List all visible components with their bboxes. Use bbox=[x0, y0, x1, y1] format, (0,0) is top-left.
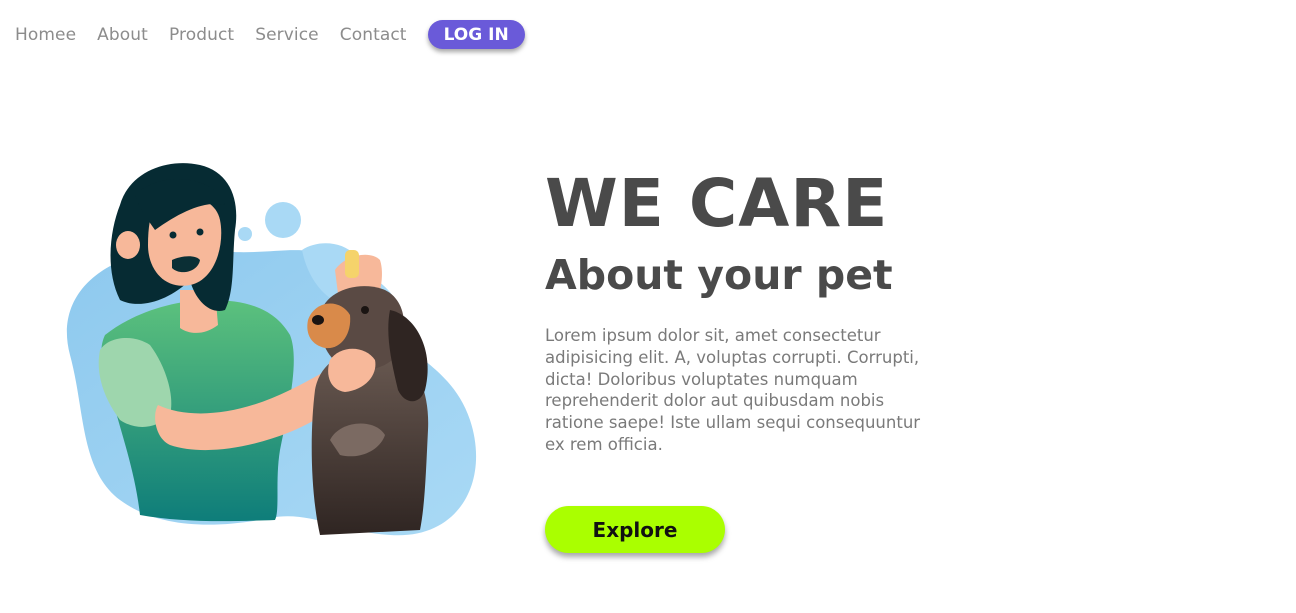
hero-title: WE CARE bbox=[545, 165, 889, 242]
hero-subtitle: About your pet bbox=[545, 251, 893, 299]
eye-dropper bbox=[345, 250, 359, 278]
nav-link-about[interactable]: About bbox=[97, 25, 148, 45]
nav-link-product[interactable]: Product bbox=[169, 25, 234, 45]
dog-nose bbox=[312, 315, 324, 325]
nav-link-contact[interactable]: Contact bbox=[340, 25, 407, 45]
woman-ear bbox=[116, 231, 140, 259]
hero-section: WE CARE About your pet Lorem ipsum dolor… bbox=[545, 164, 965, 472]
login-button[interactable]: LOG IN bbox=[427, 20, 525, 49]
dog-eye bbox=[361, 306, 369, 314]
vet-with-dog-illustration bbox=[66, 163, 477, 536]
woman-eye-left bbox=[169, 231, 177, 239]
bubble-small bbox=[238, 227, 252, 241]
explore-button[interactable]: Explore bbox=[545, 506, 725, 553]
hero-description: Lorem ipsum dolor sit, amet consectetur … bbox=[545, 326, 921, 454]
hero-illustration bbox=[40, 150, 500, 550]
bubble-large bbox=[265, 202, 301, 238]
nav-link-home[interactable]: Homee bbox=[15, 25, 76, 45]
woman-eye-right bbox=[196, 228, 204, 236]
nav-link-service[interactable]: Service bbox=[255, 25, 319, 45]
main-nav: Homee About Product Service Contact LOG … bbox=[15, 20, 525, 49]
